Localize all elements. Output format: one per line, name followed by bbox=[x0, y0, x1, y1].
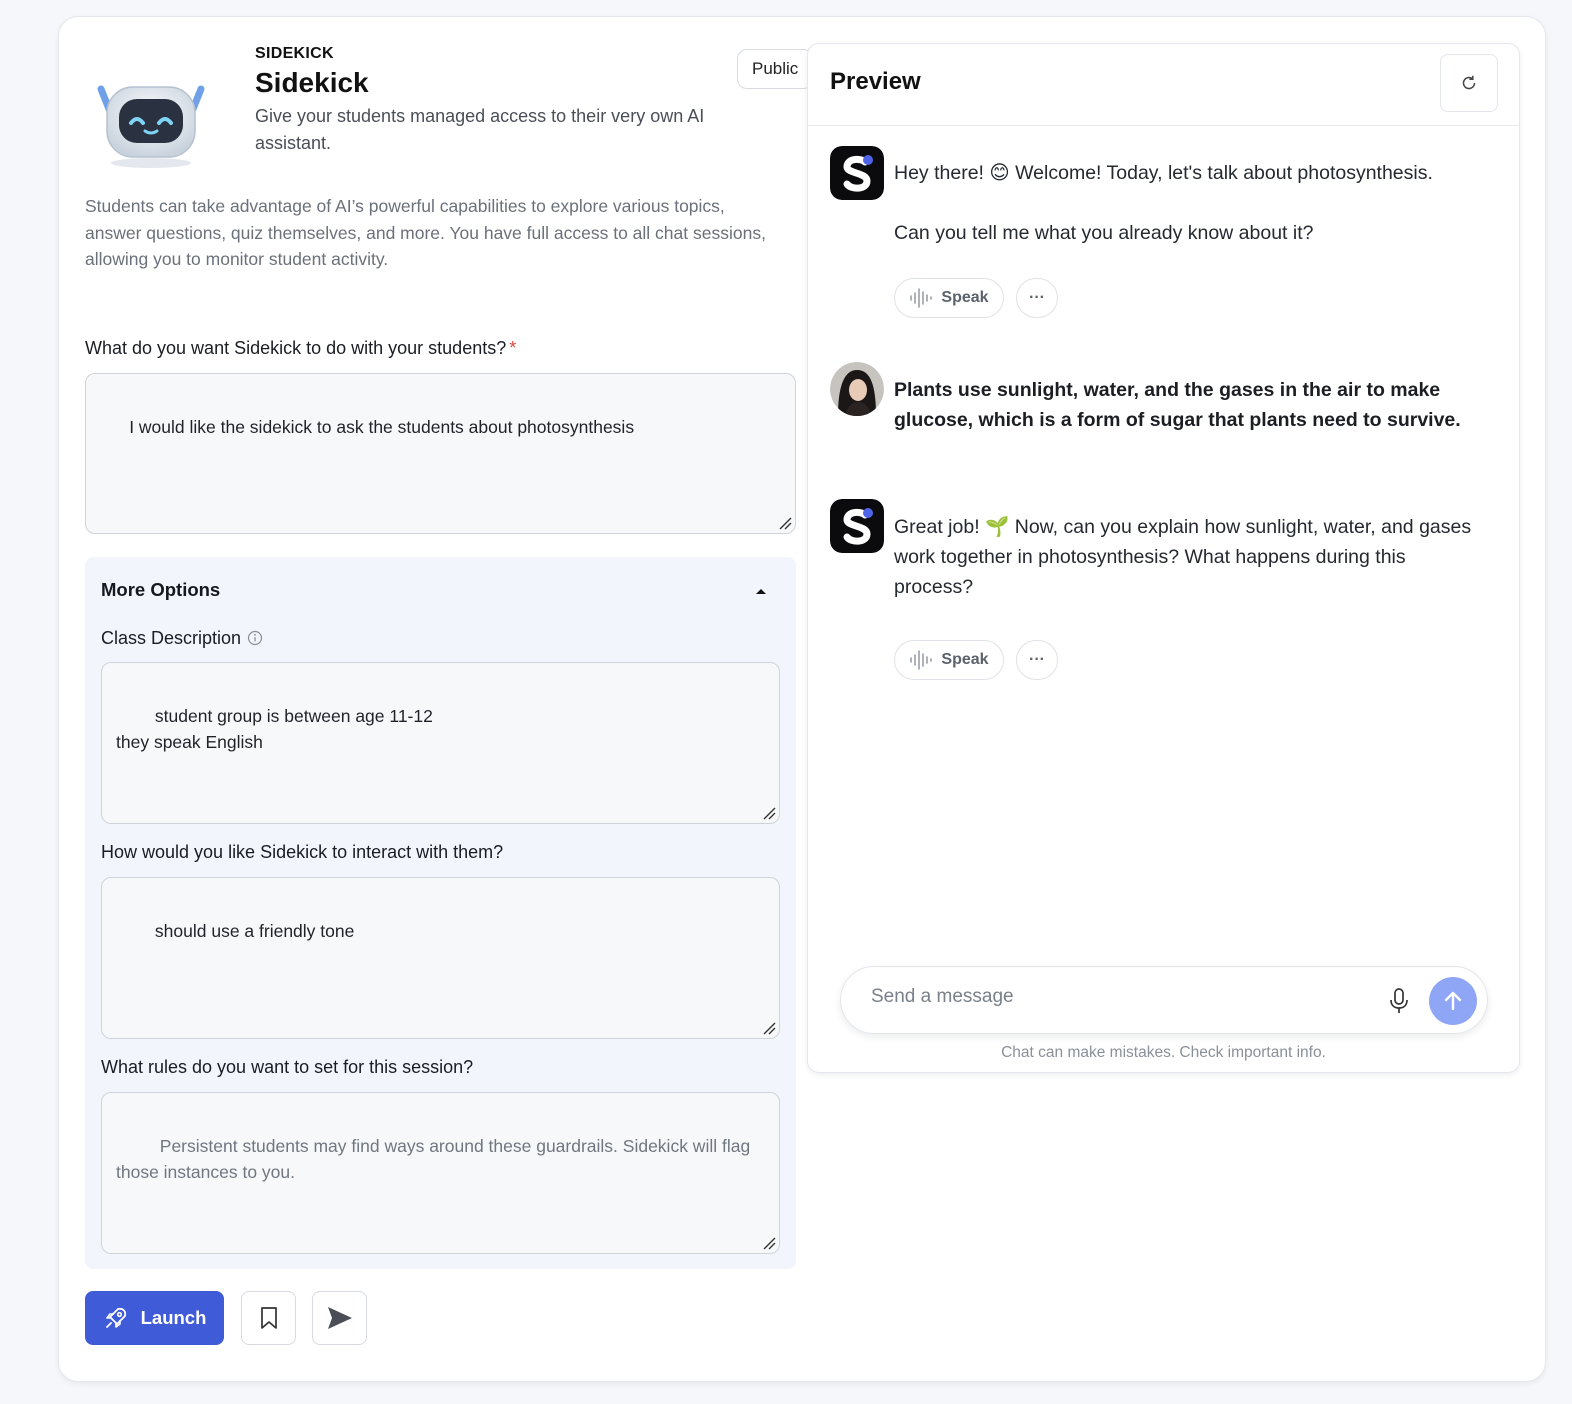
sidekick-logo-icon bbox=[830, 499, 884, 553]
launch-button[interactable]: Launch bbox=[85, 1291, 224, 1345]
bookmark-icon bbox=[260, 1307, 277, 1329]
speak-button[interactable]: Speak bbox=[894, 278, 1004, 318]
refresh-button[interactable] bbox=[1440, 54, 1498, 112]
caret-up-icon[interactable] bbox=[753, 585, 769, 597]
interaction-value: should use a friendly tone bbox=[154, 921, 355, 941]
speak-waveform-icon bbox=[910, 650, 933, 670]
more-dots-icon: ··· bbox=[1029, 651, 1045, 668]
resize-handle-icon[interactable] bbox=[762, 1236, 776, 1250]
speak-button[interactable]: Speak bbox=[894, 640, 1004, 680]
preview-title: Preview bbox=[830, 68, 921, 95]
preview-header: Preview bbox=[808, 44, 1519, 126]
user-avatar bbox=[830, 362, 884, 416]
sidekick-logo-icon bbox=[830, 146, 884, 200]
goal-label-text: What do you want Sidekick to do with you… bbox=[85, 338, 507, 358]
rules-label: What rules do you want to set for this s… bbox=[101, 1057, 474, 1077]
preview-panel: Preview Hey there! 😊 Welcome! Today, let… bbox=[807, 43, 1520, 1073]
interaction-textarea[interactable]: should use a friendly tone bbox=[101, 877, 780, 1039]
resize-handle-icon[interactable] bbox=[778, 516, 792, 530]
robot-mascot-icon bbox=[97, 85, 205, 168]
rocket-icon bbox=[105, 1307, 126, 1328]
user-message: Plants use sunlight, water, and the gase… bbox=[894, 379, 1461, 431]
more-options-button[interactable]: ··· bbox=[1016, 640, 1058, 680]
speak-waveform-icon bbox=[910, 288, 933, 308]
resize-handle-icon[interactable] bbox=[762, 1021, 776, 1035]
speak-label: Speak bbox=[941, 651, 989, 668]
assistant-message-1: Hey there! 😊 Welcome! Today, let's talk … bbox=[894, 162, 1433, 244]
resize-handle-icon[interactable] bbox=[762, 806, 776, 820]
speak-label: Speak bbox=[941, 289, 989, 306]
visibility-badge[interactable]: Public bbox=[737, 49, 814, 89]
interaction-label: How would you like Sidekick to interact … bbox=[101, 842, 504, 862]
assistant-message-2: Great job! 🌱 Now, can you explain how su… bbox=[894, 516, 1472, 598]
more-options-button[interactable]: ··· bbox=[1016, 278, 1058, 318]
required-mark: * bbox=[509, 338, 517, 358]
bookmark-button[interactable] bbox=[241, 1291, 296, 1345]
class-description-textarea[interactable]: student group is between age 11-12 they … bbox=[101, 662, 780, 824]
share-button[interactable] bbox=[312, 1291, 367, 1345]
goal-textarea[interactable]: I would like the sidekick to ask the stu… bbox=[85, 373, 796, 534]
class-description-label: Class Description bbox=[101, 628, 263, 649]
microphone-icon[interactable] bbox=[1387, 987, 1411, 1015]
send-plane-icon bbox=[327, 1307, 352, 1329]
disclaimer: Chat can make mistakes. Check important … bbox=[1001, 1044, 1326, 1061]
arrow-up-icon bbox=[1444, 991, 1462, 1011]
launch-label: Launch bbox=[140, 1307, 207, 1328]
app-eyebrow: SIDEKICK bbox=[255, 45, 334, 62]
class-description-label-text: Class Description bbox=[101, 628, 242, 648]
sidekick-card: SIDEKICK Sidekick Give your students man… bbox=[58, 16, 1546, 1382]
goal-value: I would like the sidekick to ask the stu… bbox=[129, 417, 635, 437]
more-dots-icon: ··· bbox=[1029, 289, 1045, 306]
message-input[interactable] bbox=[869, 985, 1373, 1009]
app-title: Sidekick bbox=[255, 67, 369, 98]
more-options-title[interactable]: More Options bbox=[101, 579, 220, 601]
intro-text: Students can take advantage of AI’s powe… bbox=[85, 196, 766, 269]
refresh-icon bbox=[1462, 75, 1476, 90]
info-icon[interactable] bbox=[247, 630, 263, 646]
goal-label: What do you want Sidekick to do with you… bbox=[85, 338, 516, 359]
class-description-value: student group is between age 11-12 they … bbox=[116, 706, 433, 752]
rules-placeholder: Persistent students may find ways around… bbox=[116, 1136, 756, 1182]
rules-textarea[interactable]: Persistent students may find ways around… bbox=[101, 1092, 780, 1254]
message-composer bbox=[840, 966, 1488, 1034]
app-subtitle: Give your students managed access to the… bbox=[255, 106, 705, 153]
send-button[interactable] bbox=[1429, 977, 1477, 1025]
more-options-panel: More Options Class Description student g… bbox=[85, 557, 796, 1269]
